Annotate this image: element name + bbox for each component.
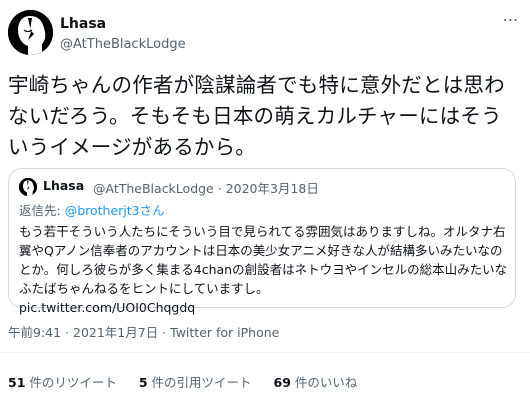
likes-count: 69 bbox=[273, 375, 291, 390]
tweet-meta: 午前9:41 · 2021年1月7日 · Twitter for iPhone bbox=[8, 322, 279, 341]
tweet-text: 宇崎ちゃんの作者が陰謀論者でも特に意外だとは思わないだろう。そもそも日本の萌えカ… bbox=[8, 73, 505, 159]
tweet-time-date[interactable]: 午前9:41 · 2021年1月7日 · bbox=[8, 325, 170, 340]
quoted-author-avatar bbox=[19, 178, 37, 196]
quoted-media-link[interactable]: pic.twitter.com/UOI0Chqgdq bbox=[19, 300, 195, 315]
tweet-source[interactable]: Twitter for iPhone bbox=[170, 325, 279, 340]
author-name[interactable]: Lhasa bbox=[60, 16, 106, 32]
retweets-stat[interactable]: 51 件のリツイート bbox=[8, 372, 117, 391]
quotes-stat[interactable]: 5 件の引用ツイート bbox=[139, 372, 252, 391]
quoted-tweet-text: もう若干そういう人たちにそういう目で見られてる雰囲気はありますしね。オルタナ右翼… bbox=[19, 222, 509, 317]
quoted-author-handle-date: @AtTheBlackLodge · 2020年3月18日 bbox=[93, 181, 319, 196]
likes-stat[interactable]: 69 件のいいね bbox=[274, 372, 358, 391]
quotes-count: 5 bbox=[138, 375, 148, 390]
likes-label: 件のいいね bbox=[290, 375, 358, 390]
author-avatar[interactable] bbox=[8, 10, 53, 55]
quoted-tweet[interactable]: Lhasa @AtTheBlackLodge · 2020年3月18日 返信先:… bbox=[8, 168, 516, 315]
engagement-stats: 51 件のリツイート 5 件の引用ツイート 69 件のいいね bbox=[8, 372, 375, 391]
author-handle[interactable]: @AtTheBlackLodge bbox=[60, 37, 186, 52]
reply-mention-link[interactable]: @brotherjt3さん bbox=[65, 203, 165, 218]
avatar-silhouette-icon bbox=[8, 10, 53, 55]
quoted-text-body: もう若干そういう人たちにそういう目で見られてる雰囲気はありますしね。オルタナ右翼… bbox=[19, 224, 508, 296]
divider bbox=[0, 352, 530, 353]
reply-to-line: 返信先: @brotherjt3さん bbox=[19, 200, 165, 219]
quotes-label: 件の引用ツイート bbox=[147, 375, 252, 390]
quoted-author-name: Lhasa bbox=[43, 178, 85, 193]
more-icon[interactable]: ⋯ bbox=[498, 12, 524, 32]
avatar-silhouette-icon bbox=[19, 178, 37, 196]
retweets-count: 51 bbox=[8, 375, 26, 390]
tweet-header: Lhasa @AtTheBlackLodge ⋯ bbox=[0, 0, 530, 62]
retweets-label: 件のリツイート bbox=[25, 375, 117, 390]
reply-prefix: 返信先: bbox=[19, 203, 65, 218]
